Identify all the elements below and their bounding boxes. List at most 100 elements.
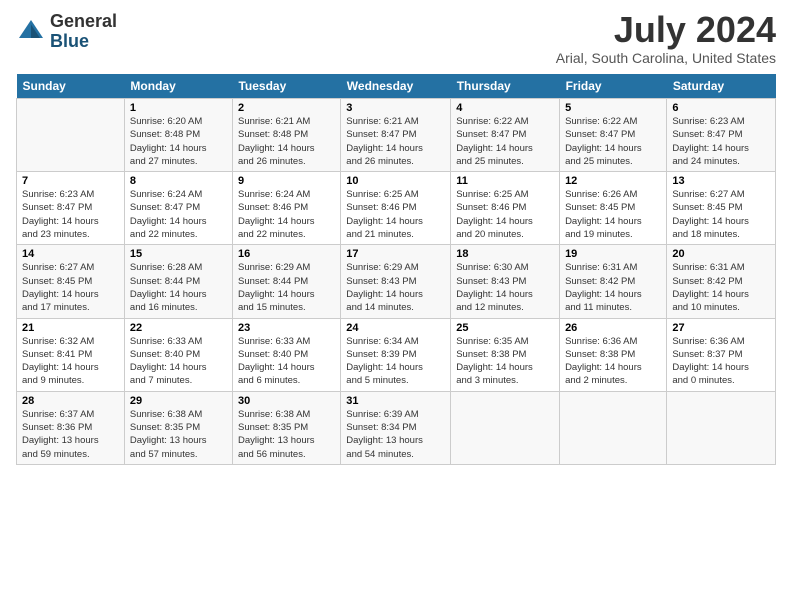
day-info: Sunrise: 6:29 AM Sunset: 8:44 PM Dayligh…	[238, 261, 335, 314]
day-number: 8	[130, 175, 227, 187]
title-block: July 2024 Arial, South Carolina, United …	[556, 12, 776, 66]
calendar-cell: 31Sunrise: 6:39 AM Sunset: 8:34 PM Dayli…	[341, 391, 451, 464]
subtitle: Arial, South Carolina, United States	[556, 50, 776, 66]
calendar-cell: 18Sunrise: 6:30 AM Sunset: 8:43 PM Dayli…	[451, 245, 560, 318]
calendar-cell: 7Sunrise: 6:23 AM Sunset: 8:47 PM Daylig…	[17, 172, 125, 245]
day-number: 26	[565, 322, 661, 334]
col-thursday: Thursday	[451, 74, 560, 99]
day-number: 1	[130, 102, 227, 114]
calendar-cell: 23Sunrise: 6:33 AM Sunset: 8:40 PM Dayli…	[232, 318, 340, 391]
calendar-cell	[17, 99, 125, 172]
calendar-cell	[667, 391, 776, 464]
calendar-cell: 13Sunrise: 6:27 AM Sunset: 8:45 PM Dayli…	[667, 172, 776, 245]
calendar-cell: 5Sunrise: 6:22 AM Sunset: 8:47 PM Daylig…	[560, 99, 667, 172]
day-number: 12	[565, 175, 661, 187]
day-number: 10	[346, 175, 445, 187]
calendar-cell: 2Sunrise: 6:21 AM Sunset: 8:48 PM Daylig…	[232, 99, 340, 172]
day-info: Sunrise: 6:24 AM Sunset: 8:47 PM Dayligh…	[130, 188, 227, 241]
calendar-cell: 24Sunrise: 6:34 AM Sunset: 8:39 PM Dayli…	[341, 318, 451, 391]
day-info: Sunrise: 6:20 AM Sunset: 8:48 PM Dayligh…	[130, 115, 227, 168]
day-number: 4	[456, 102, 554, 114]
day-info: Sunrise: 6:22 AM Sunset: 8:47 PM Dayligh…	[565, 115, 661, 168]
day-number: 5	[565, 102, 661, 114]
header-row: Sunday Monday Tuesday Wednesday Thursday…	[17, 74, 776, 99]
calendar-cell: 14Sunrise: 6:27 AM Sunset: 8:45 PM Dayli…	[17, 245, 125, 318]
calendar-cell: 15Sunrise: 6:28 AM Sunset: 8:44 PM Dayli…	[124, 245, 232, 318]
day-info: Sunrise: 6:22 AM Sunset: 8:47 PM Dayligh…	[456, 115, 554, 168]
calendar-cell: 3Sunrise: 6:21 AM Sunset: 8:47 PM Daylig…	[341, 99, 451, 172]
calendar-cell: 8Sunrise: 6:24 AM Sunset: 8:47 PM Daylig…	[124, 172, 232, 245]
day-number: 3	[346, 102, 445, 114]
day-info: Sunrise: 6:38 AM Sunset: 8:35 PM Dayligh…	[130, 408, 227, 461]
calendar-cell: 12Sunrise: 6:26 AM Sunset: 8:45 PM Dayli…	[560, 172, 667, 245]
calendar-cell: 27Sunrise: 6:36 AM Sunset: 8:37 PM Dayli…	[667, 318, 776, 391]
calendar-cell: 19Sunrise: 6:31 AM Sunset: 8:42 PM Dayli…	[560, 245, 667, 318]
calendar-week-0: 1Sunrise: 6:20 AM Sunset: 8:48 PM Daylig…	[17, 99, 776, 172]
day-info: Sunrise: 6:29 AM Sunset: 8:43 PM Dayligh…	[346, 261, 445, 314]
logo: General Blue	[16, 12, 117, 52]
day-number: 22	[130, 322, 227, 334]
col-monday: Monday	[124, 74, 232, 99]
calendar-cell: 22Sunrise: 6:33 AM Sunset: 8:40 PM Dayli…	[124, 318, 232, 391]
day-info: Sunrise: 6:33 AM Sunset: 8:40 PM Dayligh…	[238, 335, 335, 388]
calendar-cell: 9Sunrise: 6:24 AM Sunset: 8:46 PM Daylig…	[232, 172, 340, 245]
calendar-week-3: 21Sunrise: 6:32 AM Sunset: 8:41 PM Dayli…	[17, 318, 776, 391]
day-info: Sunrise: 6:21 AM Sunset: 8:47 PM Dayligh…	[346, 115, 445, 168]
logo-text: General Blue	[50, 12, 117, 52]
day-number: 21	[22, 322, 119, 334]
day-number: 24	[346, 322, 445, 334]
calendar-cell: 1Sunrise: 6:20 AM Sunset: 8:48 PM Daylig…	[124, 99, 232, 172]
day-number: 17	[346, 248, 445, 260]
day-number: 6	[672, 102, 770, 114]
calendar-cell: 26Sunrise: 6:36 AM Sunset: 8:38 PM Dayli…	[560, 318, 667, 391]
day-number: 27	[672, 322, 770, 334]
col-sunday: Sunday	[17, 74, 125, 99]
day-info: Sunrise: 6:24 AM Sunset: 8:46 PM Dayligh…	[238, 188, 335, 241]
col-tuesday: Tuesday	[232, 74, 340, 99]
calendar-cell: 16Sunrise: 6:29 AM Sunset: 8:44 PM Dayli…	[232, 245, 340, 318]
day-number: 28	[22, 395, 119, 407]
day-info: Sunrise: 6:36 AM Sunset: 8:38 PM Dayligh…	[565, 335, 661, 388]
calendar-week-2: 14Sunrise: 6:27 AM Sunset: 8:45 PM Dayli…	[17, 245, 776, 318]
calendar-cell: 10Sunrise: 6:25 AM Sunset: 8:46 PM Dayli…	[341, 172, 451, 245]
calendar-cell: 20Sunrise: 6:31 AM Sunset: 8:42 PM Dayli…	[667, 245, 776, 318]
logo-icon	[16, 17, 46, 47]
day-info: Sunrise: 6:26 AM Sunset: 8:45 PM Dayligh…	[565, 188, 661, 241]
day-info: Sunrise: 6:31 AM Sunset: 8:42 PM Dayligh…	[672, 261, 770, 314]
logo-general: General	[50, 12, 117, 32]
day-info: Sunrise: 6:25 AM Sunset: 8:46 PM Dayligh…	[346, 188, 445, 241]
calendar-cell: 17Sunrise: 6:29 AM Sunset: 8:43 PM Dayli…	[341, 245, 451, 318]
calendar-week-4: 28Sunrise: 6:37 AM Sunset: 8:36 PM Dayli…	[17, 391, 776, 464]
day-number: 2	[238, 102, 335, 114]
day-info: Sunrise: 6:25 AM Sunset: 8:46 PM Dayligh…	[456, 188, 554, 241]
calendar-cell: 4Sunrise: 6:22 AM Sunset: 8:47 PM Daylig…	[451, 99, 560, 172]
day-number: 15	[130, 248, 227, 260]
day-info: Sunrise: 6:33 AM Sunset: 8:40 PM Dayligh…	[130, 335, 227, 388]
day-number: 19	[565, 248, 661, 260]
day-info: Sunrise: 6:39 AM Sunset: 8:34 PM Dayligh…	[346, 408, 445, 461]
col-friday: Friday	[560, 74, 667, 99]
day-number: 7	[22, 175, 119, 187]
day-number: 9	[238, 175, 335, 187]
day-info: Sunrise: 6:23 AM Sunset: 8:47 PM Dayligh…	[672, 115, 770, 168]
calendar-cell: 11Sunrise: 6:25 AM Sunset: 8:46 PM Dayli…	[451, 172, 560, 245]
day-info: Sunrise: 6:28 AM Sunset: 8:44 PM Dayligh…	[130, 261, 227, 314]
day-info: Sunrise: 6:21 AM Sunset: 8:48 PM Dayligh…	[238, 115, 335, 168]
calendar-cell: 28Sunrise: 6:37 AM Sunset: 8:36 PM Dayli…	[17, 391, 125, 464]
day-number: 11	[456, 175, 554, 187]
day-info: Sunrise: 6:30 AM Sunset: 8:43 PM Dayligh…	[456, 261, 554, 314]
day-info: Sunrise: 6:31 AM Sunset: 8:42 PM Dayligh…	[565, 261, 661, 314]
calendar-table: Sunday Monday Tuesday Wednesday Thursday…	[16, 74, 776, 465]
day-number: 18	[456, 248, 554, 260]
day-info: Sunrise: 6:37 AM Sunset: 8:36 PM Dayligh…	[22, 408, 119, 461]
day-number: 25	[456, 322, 554, 334]
day-number: 13	[672, 175, 770, 187]
day-info: Sunrise: 6:36 AM Sunset: 8:37 PM Dayligh…	[672, 335, 770, 388]
calendar-cell: 21Sunrise: 6:32 AM Sunset: 8:41 PM Dayli…	[17, 318, 125, 391]
col-wednesday: Wednesday	[341, 74, 451, 99]
col-saturday: Saturday	[667, 74, 776, 99]
day-number: 30	[238, 395, 335, 407]
day-info: Sunrise: 6:27 AM Sunset: 8:45 PM Dayligh…	[22, 261, 119, 314]
day-number: 31	[346, 395, 445, 407]
header: General Blue July 2024 Arial, South Caro…	[16, 12, 776, 66]
